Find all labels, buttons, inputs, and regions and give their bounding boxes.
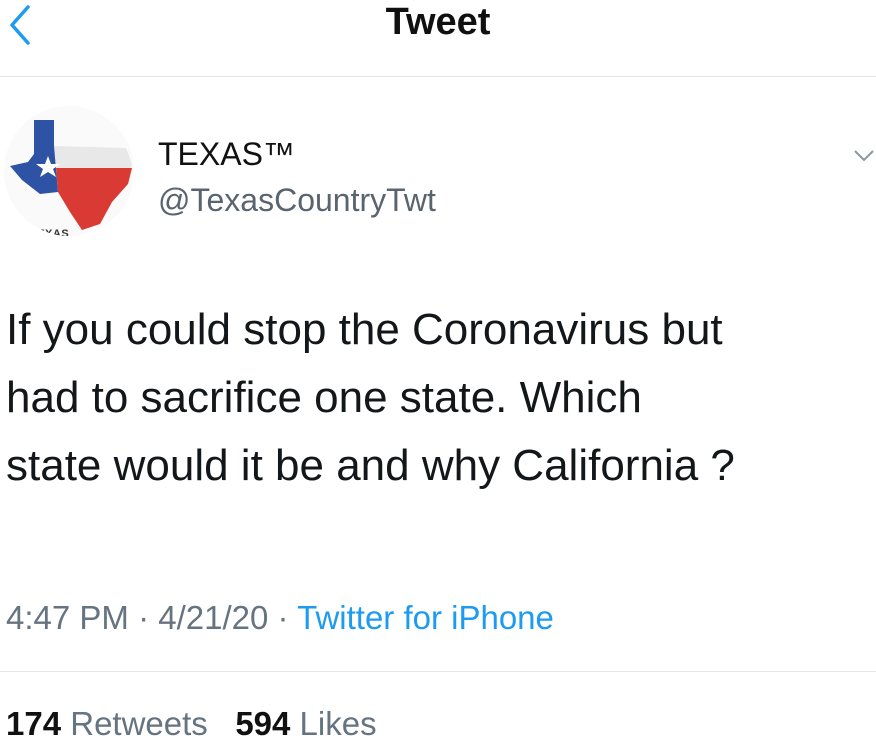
tweet-meta: 4:47 PM · 4/21/20 · Twitter for iPhone <box>6 598 554 638</box>
divider <box>0 671 876 672</box>
avatar[interactable]: TEXAS <box>4 106 134 236</box>
user-handle[interactable]: @TexasCountryTwt <box>158 182 436 218</box>
likes-stat[interactable]: 594 Likes <box>235 705 376 742</box>
tweet-text-line: state would it be and why California ? <box>6 441 735 490</box>
retweets-label: Retweets <box>70 705 208 742</box>
tweet-text-line: If you could stop the Coronavirus but <box>6 305 723 354</box>
meta-separator: · <box>277 599 289 636</box>
tweet-text: If you could stop the Coronavirus but ha… <box>6 296 872 500</box>
tweet-author: TEXAS TEXAS™ @TexasCountryTwt <box>0 104 876 244</box>
tweet-stats: 174 Retweets 594 Likes <box>6 704 377 744</box>
tweet-time: 4:47 PM <box>6 599 129 636</box>
page-title: Tweet <box>385 1 491 43</box>
likes-label: Likes <box>299 705 377 742</box>
retweets-stat[interactable]: 174 Retweets <box>6 705 208 742</box>
tweet-source-link[interactable]: Twitter for iPhone <box>297 599 554 636</box>
top-bar: Tweet <box>0 0 876 77</box>
tweet-date: 4/21/20 <box>158 599 269 636</box>
meta-separator: · <box>138 599 150 636</box>
texas-flag-map-icon <box>4 106 134 236</box>
display-name[interactable]: TEXAS™ <box>158 136 295 172</box>
likes-count: 594 <box>235 705 291 742</box>
retweets-count: 174 <box>6 705 62 742</box>
avatar-caption: TEXAS <box>30 228 70 236</box>
chevron-down-icon[interactable] <box>852 146 876 166</box>
tweet-text-line: had to sacrifice one state. Which <box>6 373 642 422</box>
